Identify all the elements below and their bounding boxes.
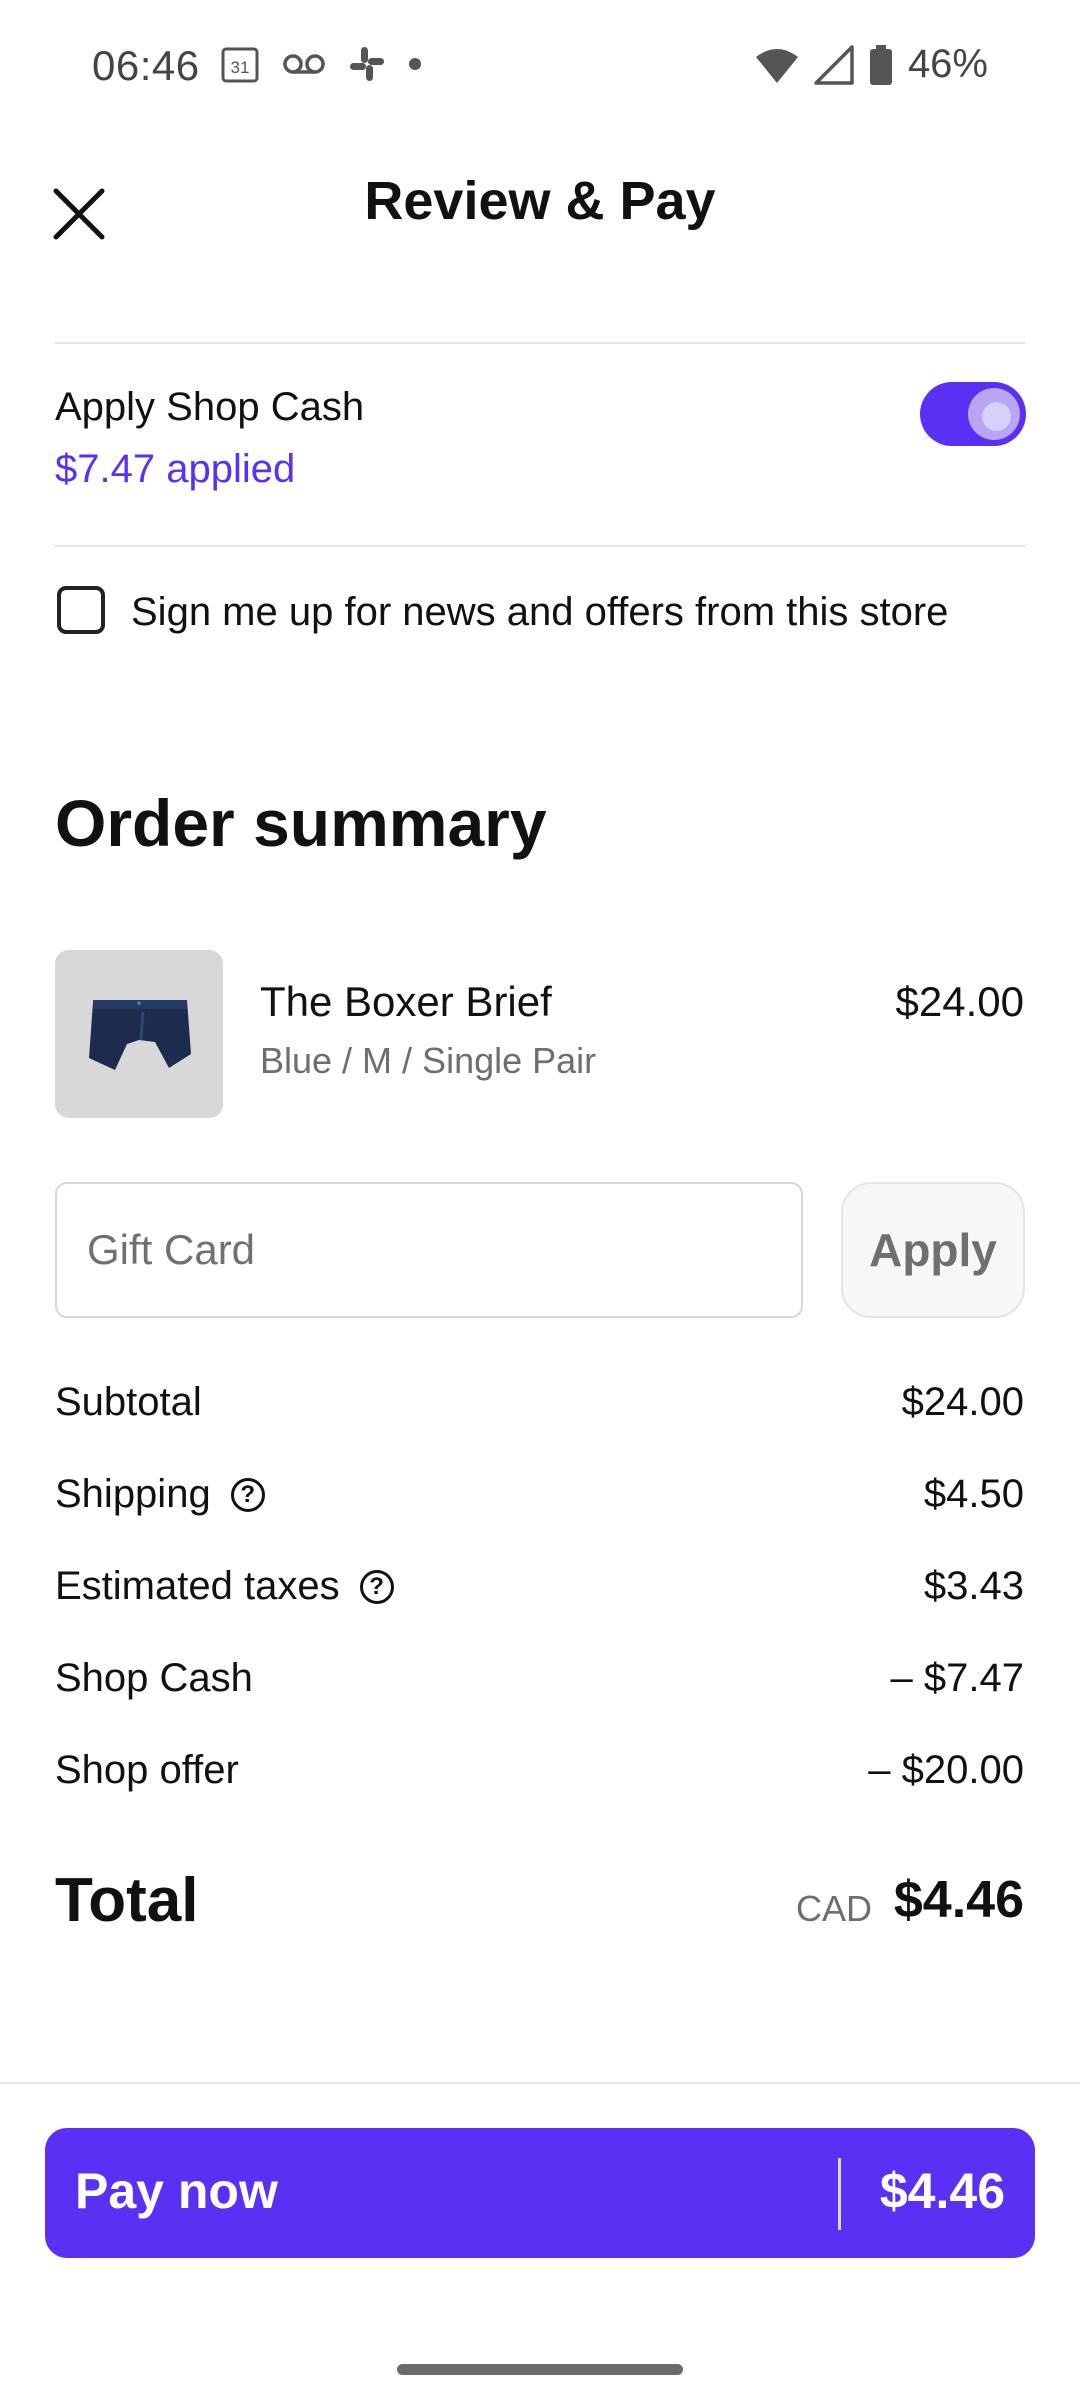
product-price: $24.00 bbox=[895, 978, 1024, 1025]
battery-icon bbox=[869, 44, 892, 85]
apply-gift-card-button[interactable]: Apply bbox=[841, 1182, 1025, 1318]
home-indicator[interactable] bbox=[397, 2364, 683, 2375]
calendar-day-label: 31 bbox=[231, 58, 250, 77]
gift-card-input[interactable] bbox=[55, 1182, 803, 1318]
status-system-icons: 46% bbox=[754, 42, 988, 87]
shop-offer-label: Shop offer bbox=[55, 1748, 239, 1793]
shop-cash-applied-amount: $7.47 applied bbox=[55, 447, 296, 491]
newsletter-checkbox[interactable] bbox=[57, 586, 105, 634]
boxer-brief-image: * bbox=[55, 950, 223, 1118]
estimated-taxes-value: $3.43 bbox=[923, 1564, 1024, 1608]
newsletter-label: Sign me up for news and offers from this… bbox=[131, 590, 949, 634]
shipping-value: $4.50 bbox=[923, 1472, 1024, 1516]
signal-icon bbox=[814, 44, 854, 85]
estimated-taxes-label-text: Estimated taxes bbox=[55, 1564, 340, 1608]
divider bbox=[55, 545, 1025, 547]
voicemail-icon bbox=[283, 54, 325, 74]
bottom-divider bbox=[0, 2082, 1080, 2084]
pay-button-separator bbox=[838, 2158, 841, 2230]
shipping-label-text: Shipping bbox=[55, 1472, 211, 1516]
shipping-help-icon[interactable]: ? bbox=[230, 1477, 265, 1512]
product-variant: Blue / M / Single Pair bbox=[260, 1040, 597, 1081]
total-value: $4.46 bbox=[893, 1871, 1024, 1929]
subtotal-label-text: Subtotal bbox=[55, 1380, 202, 1424]
total-label: Total bbox=[55, 1866, 199, 1935]
product-name: The Boxer Brief bbox=[260, 978, 552, 1025]
review-pay-screen: 06:46 31 46% Review & Pay Apply Shop Cas… bbox=[0, 0, 1080, 2400]
taxes-help-icon[interactable]: ? bbox=[359, 1569, 394, 1604]
status-bar: 06:46 31 46% bbox=[0, 0, 1080, 135]
status-notification-icons: 31 bbox=[220, 44, 422, 84]
toggle-knob bbox=[968, 388, 1020, 440]
order-summary-heading: Order summary bbox=[55, 786, 547, 860]
page-title: Review & Pay bbox=[364, 171, 716, 231]
shop-cash-discount-label: Shop Cash bbox=[55, 1656, 253, 1701]
product-thumbnail: * bbox=[55, 950, 223, 1118]
shop-cash-label: Apply Shop Cash bbox=[55, 385, 365, 429]
total-currency: CAD bbox=[795, 1888, 872, 1929]
subtotal-label: Subtotal bbox=[55, 1380, 202, 1425]
pay-now-amount: $4.46 bbox=[879, 2163, 1005, 2219]
estimated-taxes-label: Estimated taxes ? bbox=[55, 1564, 394, 1609]
wifi-icon bbox=[755, 48, 798, 83]
pay-now-label: Pay now bbox=[75, 2163, 278, 2219]
pay-now-button[interactable]: Pay now $4.46 bbox=[45, 2128, 1035, 2258]
shop-cash-discount-value: – $7.47 bbox=[890, 1656, 1024, 1700]
shop-offer-label-text: Shop offer bbox=[55, 1748, 239, 1792]
divider bbox=[55, 342, 1025, 344]
subtotal-value: $24.00 bbox=[901, 1380, 1024, 1424]
calendar-icon: 31 bbox=[221, 47, 259, 83]
shop-cash-toggle[interactable] bbox=[920, 382, 1026, 446]
dot-icon bbox=[409, 58, 421, 70]
battery-percent: 46% bbox=[907, 42, 988, 86]
svg-text:*: * bbox=[137, 1000, 142, 1011]
status-time: 06:46 bbox=[92, 42, 200, 89]
slack-icon bbox=[350, 47, 384, 81]
shipping-label: Shipping ? bbox=[55, 1472, 265, 1517]
shop-offer-value: – $20.00 bbox=[868, 1748, 1024, 1792]
shop-cash-discount-label-text: Shop Cash bbox=[55, 1656, 253, 1700]
